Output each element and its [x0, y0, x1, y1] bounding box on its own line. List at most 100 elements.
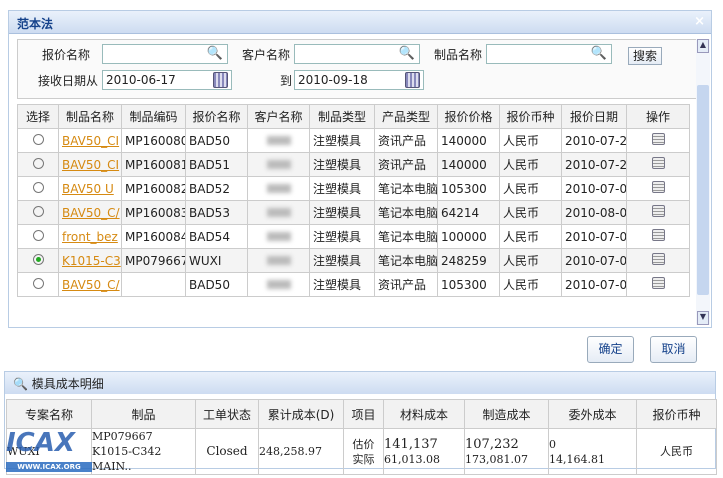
detail-icon[interactable] — [651, 181, 665, 193]
cancel-button[interactable]: 取消 — [650, 336, 697, 363]
date-cell: 2010-07-05 — [561, 272, 627, 297]
search-form: 报价名称 🔍 客户名称 🔍 制品名称 🔍 搜索 接收日期从 2010-06-17… — [17, 39, 697, 99]
search-icon: 🔍 — [13, 377, 28, 391]
select-cell — [17, 176, 59, 201]
select-cell — [17, 248, 59, 273]
product-link[interactable]: BAV50 U — [62, 182, 114, 196]
currency-cell: 人民币 — [499, 152, 562, 177]
calendar-icon[interactable] — [213, 72, 228, 88]
product-link[interactable]: K1015-C3 — [62, 254, 121, 268]
table-row: BAV50_CI MP160080 BAD50 注塑模具 资讯产品 140000… — [17, 128, 690, 153]
ok-button[interactable]: 确定 — [587, 336, 634, 363]
redacted-customer — [266, 183, 291, 193]
product-link[interactable]: BAV50_CI — [62, 158, 119, 172]
detail-icon[interactable] — [651, 157, 665, 169]
quote-table: 选择 制品名称 制品编码 报价名称 客户名称 制品类型 产品类型 报价价格 报价币种 报价日期 操作… — [17, 104, 690, 297]
select-radio[interactable] — [32, 277, 44, 289]
quote-cell: BAD50 — [185, 272, 248, 297]
customer-cell — [247, 128, 310, 153]
cumulative-cell: 248,258.97 — [258, 428, 344, 475]
outsourcing-estimate: 0 — [549, 437, 556, 451]
select-radio[interactable] — [32, 229, 44, 241]
calendar-icon[interactable] — [405, 72, 420, 88]
search-icon[interactable]: 🔍 — [399, 46, 415, 61]
column-header: 制品类型 — [309, 104, 375, 129]
product-link[interactable]: BAV50_CI — [62, 134, 119, 148]
select-radio[interactable] — [32, 205, 44, 217]
column-header: 制品名称 — [58, 104, 122, 129]
redacted-customer — [266, 159, 291, 169]
product-link[interactable]: front_bez — [62, 230, 118, 244]
customer-cell — [247, 224, 310, 249]
cost-row: WUXI MP079667 K1015-C342 MAIN.. Closed 24… — [6, 428, 717, 475]
product-link[interactable]: BAV50_C/ — [62, 206, 120, 220]
customer-name-input[interactable]: 🔍 — [294, 44, 420, 64]
currency-cell: 人民币 — [499, 272, 562, 297]
select-cell — [17, 152, 59, 177]
table-row: K1015-C3 MP079667 WUXI 注塑模具 笔记本电脑 248259… — [17, 248, 690, 273]
column-header: 报价价格 — [437, 104, 500, 129]
item-cell: 估价 实际 — [343, 428, 384, 475]
code-cell — [121, 272, 186, 297]
search-icon[interactable]: 🔍 — [591, 46, 607, 61]
select-radio[interactable] — [32, 157, 44, 169]
search-icon[interactable]: 🔍 — [207, 46, 223, 61]
table-row: BAV50_C/ BAD50 注塑模具 资讯产品 105300 人民币 2010… — [17, 272, 690, 297]
mold-type-cell: 注塑模具 — [309, 224, 375, 249]
select-radio[interactable] — [32, 253, 44, 265]
product-code: MP079667 — [92, 430, 153, 443]
status-cell: Closed — [195, 428, 259, 475]
product-type-cell: 资讯产品 — [374, 152, 438, 177]
detail-icon[interactable] — [651, 277, 665, 289]
quote-cell: WUXI — [185, 248, 248, 273]
quote-name-input[interactable]: 🔍 — [102, 44, 228, 64]
product-type-cell: 笔记本电脑 — [374, 224, 438, 249]
date-from-input[interactable]: 2010-06-17 — [102, 70, 232, 90]
vertical-scrollbar[interactable]: ▲ ▼ — [696, 39, 710, 325]
cost-column-header: 专案名称 — [6, 399, 92, 429]
price-cell: 248259 — [437, 248, 500, 273]
dialog-window: 范本法 × 报价名称 🔍 客户名称 🔍 制品名称 🔍 搜索 接收日期从 2010… — [8, 10, 712, 328]
cost-table: 专案名称 制品 工单状态 累计成本(D) 项目 材料成本 制造成本 委外成本 报价币种 WUXI… — [6, 399, 717, 475]
mold-type-cell: 注塑模具 — [309, 176, 375, 201]
cost-column-header: 制造成本 — [464, 399, 549, 429]
select-radio[interactable] — [32, 133, 44, 145]
price-cell: 140000 — [437, 128, 500, 153]
date-cell: 2010-07-26 — [561, 128, 627, 153]
detail-icon[interactable] — [651, 229, 665, 241]
mold-type-cell: 注塑模具 — [309, 272, 375, 297]
search-button[interactable]: 搜索 — [628, 47, 662, 65]
detail-icon[interactable] — [651, 205, 665, 217]
code-cell: MP160080 — [121, 128, 186, 153]
scroll-down-icon[interactable]: ▼ — [697, 311, 709, 325]
product-link[interactable]: BAV50_C/ — [62, 278, 120, 292]
product-type-cell: 笔记本电脑 — [374, 200, 438, 225]
icax-watermark-logo: ICAX WWW.ICAX.ORG — [6, 428, 92, 472]
scroll-thumb[interactable] — [697, 85, 709, 295]
detail-icon[interactable] — [651, 253, 665, 265]
date-to-input[interactable]: 2010-09-18 — [294, 70, 424, 90]
detail-icon[interactable] — [651, 133, 665, 145]
outsourcing-actual: 14,164.81 — [549, 452, 605, 466]
table-row: BAV50_CI MP160081 BAD51 注塑模具 资讯产品 140000… — [17, 152, 690, 177]
column-header: 报价币种 — [499, 104, 562, 129]
watermark-text: ICAX — [6, 428, 75, 458]
date-cell: 2010-07-05 — [561, 224, 627, 249]
quote-cell: BAD51 — [185, 152, 248, 177]
column-header: 选择 — [17, 104, 59, 129]
product-name-input[interactable]: 🔍 — [486, 44, 612, 64]
select-cell — [17, 272, 59, 297]
scroll-up-icon[interactable]: ▲ — [697, 39, 709, 53]
select-radio[interactable] — [32, 181, 44, 193]
customer-cell — [247, 200, 310, 225]
cost-column-header: 报价币种 — [636, 399, 717, 429]
watermark-url: WWW.ICAX.ORG — [6, 462, 92, 472]
code-cell: MP079667 — [121, 248, 186, 273]
customer-cell — [247, 272, 310, 297]
close-icon[interactable]: × — [694, 14, 705, 29]
redacted-customer — [266, 135, 291, 145]
product-type-cell: 资讯产品 — [374, 128, 438, 153]
product-link-cell: BAV50_C/ — [58, 200, 122, 225]
product-link-cell: BAV50_C/ — [58, 272, 122, 297]
currency-cell: 人民币 — [636, 428, 717, 475]
